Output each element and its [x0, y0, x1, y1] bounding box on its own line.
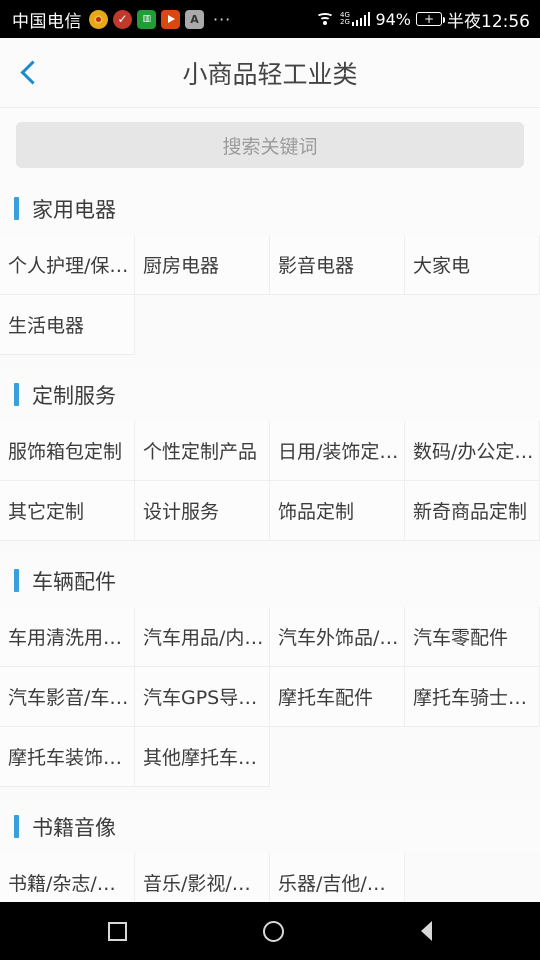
category-cell[interactable]: 音乐/影视/… [135, 853, 270, 902]
section-books-media: 书籍音像 书籍/杂志/… 音乐/影视/… 乐器/吉他/… [0, 800, 540, 902]
category-cell[interactable]: 摩托车配件 [270, 667, 405, 727]
category-cell[interactable]: 个人护理/保… [0, 235, 135, 295]
section-header: 定制服务 [0, 368, 540, 421]
status-bar: 中国电信 ✓ ▥ A ··· 4G 2G 94% + 半夜12:56 [0, 0, 540, 38]
category-cell[interactable]: 个性定制产品 [135, 421, 270, 481]
category-cell[interactable]: 车用清洗用… [0, 607, 135, 667]
category-cell[interactable]: 乐器/吉他/… [270, 853, 405, 902]
battery-icon: + [416, 12, 445, 26]
title-bar: 小商品轻工业类 [0, 38, 540, 108]
category-cell[interactable]: 日用/装饰定… [270, 421, 405, 481]
section-accent-bar [14, 383, 19, 406]
category-cell[interactable]: 服饰箱包定制 [0, 421, 135, 481]
back-button[interactable] [0, 38, 58, 108]
clock-label: 半夜12:56 [447, 11, 530, 32]
section-grid: 车用清洗用… 汽车用品/内… 汽车外饰品/… 汽车零配件 汽车影音/车… 汽车G… [0, 607, 540, 787]
battery-percent: 94% [375, 9, 411, 29]
category-cell[interactable]: 汽车GPS导… [135, 667, 270, 727]
section-vehicle-parts: 车辆配件 车用清洗用… 汽车用品/内… 汽车外饰品/… 汽车零配件 汽车影音/车… [0, 554, 540, 787]
grid-filler [405, 853, 540, 902]
category-list[interactable]: 家用电器 个人护理/保… 厨房电器 影音电器 大家电 生活电器 定制服务 服饰箱… [0, 182, 540, 902]
category-cell[interactable]: 其它定制 [0, 481, 135, 541]
category-cell[interactable]: 汽车外饰品/… [270, 607, 405, 667]
chevron-left-icon [19, 60, 45, 85]
section-header: 车辆配件 [0, 554, 540, 607]
search-container: 搜索关键词 [0, 108, 540, 182]
section-accent-bar [14, 197, 19, 220]
grid-filler [405, 727, 540, 787]
category-cell[interactable]: 饰品定制 [270, 481, 405, 541]
back-triangle-icon[interactable] [420, 921, 432, 941]
grid-filler [270, 295, 405, 355]
category-cell[interactable]: 摩托车骑士… [405, 667, 540, 727]
category-cell[interactable]: 大家电 [405, 235, 540, 295]
recents-square-icon[interactable] [108, 921, 128, 941]
search-input[interactable]: 搜索关键词 [16, 122, 524, 168]
home-circle-icon[interactable] [263, 920, 285, 942]
section-title: 车辆配件 [32, 569, 116, 594]
status-notification-icons: ✓ ▥ A ··· [89, 9, 232, 29]
app-root: 中国电信 ✓ ▥ A ··· 4G 2G 94% + 半夜12:56 小商品轻工… [0, 0, 540, 960]
wifi-icon [315, 12, 335, 27]
category-cell[interactable]: 设计服务 [135, 481, 270, 541]
section-grid: 服饰箱包定制 个性定制产品 日用/装饰定… 数码/办公定… 其它定制 设计服务 … [0, 421, 540, 541]
section-title: 家用电器 [32, 197, 116, 222]
section-grid: 个人护理/保… 厨房电器 影音电器 大家电 生活电器 [0, 235, 540, 355]
grid-filler [270, 727, 405, 787]
category-cell[interactable]: 汽车影音/车… [0, 667, 135, 727]
overflow-dots-icon: ··· [213, 9, 232, 29]
section-custom-services: 定制服务 服饰箱包定制 个性定制产品 日用/装饰定… 数码/办公定… 其它定制 … [0, 368, 540, 541]
section-accent-bar [14, 815, 19, 838]
category-cell[interactable]: 新奇商品定制 [405, 481, 540, 541]
section-home-appliances: 家用电器 个人护理/保… 厨房电器 影音电器 大家电 生活电器 [0, 182, 540, 355]
signal-icon: 4G 2G [340, 12, 371, 26]
section-header: 书籍音像 [0, 800, 540, 853]
section-divider [0, 541, 540, 554]
carrier-label: 中国电信 [12, 11, 82, 32]
category-cell[interactable]: 厨房电器 [135, 235, 270, 295]
check-circle-icon: ✓ [113, 9, 132, 29]
category-cell[interactable]: 书籍/杂志/… [0, 853, 135, 902]
qq-music-icon: ▥ [137, 9, 156, 29]
grid-filler [135, 295, 270, 355]
section-accent-bar [14, 569, 19, 592]
page-title: 小商品轻工业类 [182, 59, 358, 89]
category-cell[interactable]: 摩托车装饰… [0, 727, 135, 787]
category-cell[interactable]: 影音电器 [270, 235, 405, 295]
play-icon [161, 9, 180, 29]
battery-charging-glyph: + [423, 12, 435, 26]
section-grid: 书籍/杂志/… 音乐/影视/… 乐器/吉他/… [0, 853, 540, 902]
status-right-cluster: 4G 2G 94% + 半夜12:56 [315, 7, 530, 32]
weibo-icon [89, 9, 108, 29]
category-cell[interactable]: 数码/办公定… [405, 421, 540, 481]
section-header: 家用电器 [0, 182, 540, 235]
letter-a-icon: A [185, 9, 204, 29]
category-cell[interactable]: 其他摩托车… [135, 727, 270, 787]
section-title: 书籍音像 [32, 815, 116, 840]
category-cell[interactable]: 汽车用品/内… [135, 607, 270, 667]
network-label-secondary: 2G [340, 18, 350, 26]
category-cell[interactable]: 汽车零配件 [405, 607, 540, 667]
grid-filler [405, 295, 540, 355]
section-divider [0, 355, 540, 368]
section-divider [0, 787, 540, 800]
category-cell[interactable]: 生活电器 [0, 295, 135, 355]
section-title: 定制服务 [32, 383, 116, 408]
system-nav-bar [0, 902, 540, 960]
